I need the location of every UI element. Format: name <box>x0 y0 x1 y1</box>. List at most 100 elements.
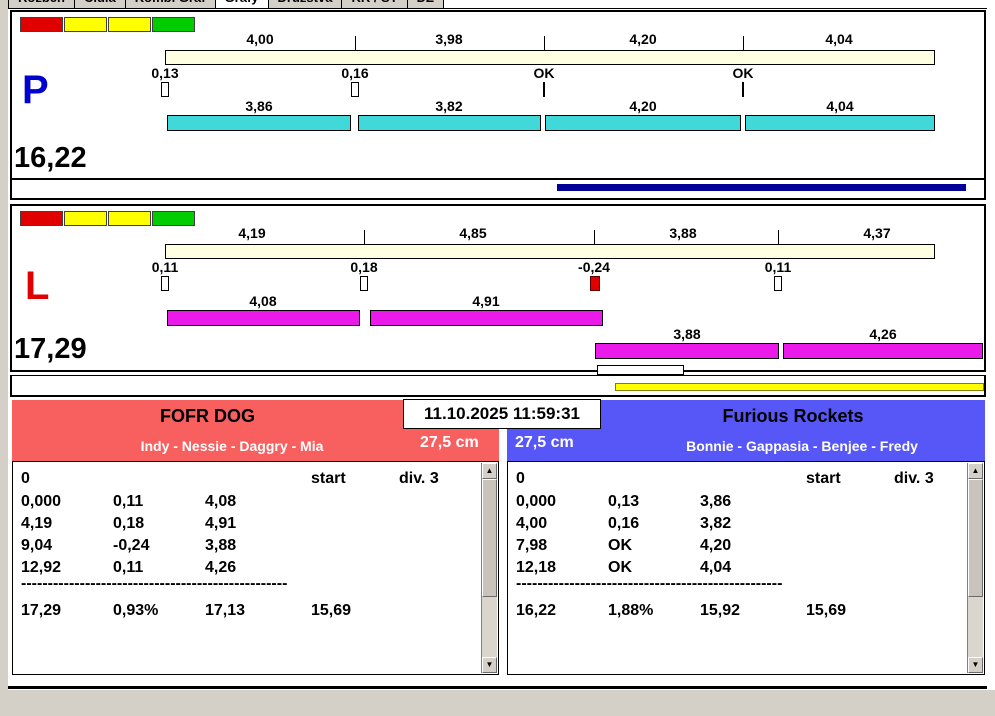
team-dogs: Indy - Nessie - Daggry - Mia <box>140 438 324 454</box>
scroll-down-icon[interactable]: ▼ <box>968 657 983 673</box>
tabbar-bottom-edge <box>8 8 987 9</box>
result-table-left: 0 start div. 3 0,000 0,11 4,08 4,19 0,18… <box>12 461 499 675</box>
total-time: 17,29 <box>21 602 62 619</box>
cumulative-time: 0,000 <box>21 493 62 510</box>
table-header-div: div. 3 <box>894 470 934 487</box>
split-time: 4,37 <box>863 225 891 241</box>
cumulative-time: 4,00 <box>516 515 548 532</box>
team-name: Furious Rockets <box>722 406 864 426</box>
dog-time: 3,86 <box>700 493 732 510</box>
cross-time: 0,18 <box>113 515 145 532</box>
total-pct: 0,93% <box>113 602 159 619</box>
status-light-red <box>20 211 63 226</box>
run-bar <box>783 343 983 359</box>
table-separator: ----------------------------------------… <box>516 575 783 592</box>
reaction-time: 0,11 <box>764 259 792 275</box>
scroll-down-icon[interactable]: ▼ <box>482 657 497 673</box>
status-light-green <box>152 211 195 226</box>
reaction-time: 0,16 <box>341 65 369 81</box>
cross-time: 0,11 <box>113 493 144 510</box>
reaction-time: 0,18 <box>350 259 378 275</box>
table-header-zero: 0 <box>516 470 525 487</box>
pending-run-bar <box>615 383 984 391</box>
split-time: 4,04 <box>825 31 853 47</box>
run-time: 3,86 <box>245 98 273 114</box>
split-time: 3,88 <box>669 225 697 241</box>
jump-height: 27,5 cm <box>420 434 479 451</box>
cumulative-time: 7,98 <box>516 537 548 554</box>
status-light-yellow <box>108 17 151 32</box>
table-header-start: start <box>311 470 346 487</box>
status-light-green <box>152 17 195 32</box>
status-light-yellow <box>64 211 107 226</box>
cumulative-time: 9,04 <box>21 537 53 554</box>
lane-label: P <box>22 68 49 112</box>
total-time: 16,22 <box>516 602 557 619</box>
split-time: 4,20 <box>629 31 657 47</box>
reaction-time: 0,11 <box>151 259 179 275</box>
scroll-thumb[interactable] <box>482 479 497 597</box>
split-time: 4,19 <box>238 225 266 241</box>
lane-progress-bar <box>557 184 966 191</box>
reaction-marker <box>161 276 169 291</box>
lane-label: L <box>25 264 50 308</box>
scroll-up-icon[interactable]: ▲ <box>482 463 497 479</box>
window-bottom-border <box>8 686 987 689</box>
scroll-up-icon[interactable]: ▲ <box>968 463 983 479</box>
scrollbar[interactable]: ▲ ▼ <box>967 463 983 673</box>
jump-height: 27,5 cm <box>515 434 574 451</box>
run-bar <box>370 310 603 326</box>
run-time: 4,26 <box>869 326 897 342</box>
scale-tick <box>743 36 744 50</box>
reaction-marker-ok <box>543 82 545 97</box>
time-scale-bar <box>165 50 935 65</box>
total-ref: 15,69 <box>311 602 352 619</box>
dog-time: 3,82 <box>700 515 732 532</box>
split-time: 4,85 <box>459 225 487 241</box>
table-header-zero: 0 <box>21 470 30 487</box>
scale-tick <box>594 230 595 244</box>
cross-time: 0,13 <box>608 493 640 510</box>
lane-total-time: 16,22 <box>14 142 87 174</box>
window-frame-bottom <box>0 690 995 716</box>
dog-time: 4,20 <box>700 537 732 554</box>
cross-time: -0,24 <box>113 537 150 554</box>
dog-time: 4,08 <box>205 493 237 510</box>
table-header-start: start <box>806 470 841 487</box>
time-scale-bar <box>165 244 935 259</box>
status-light-yellow <box>108 211 151 226</box>
run-bar <box>595 343 779 359</box>
total-pct: 1,88% <box>608 602 654 619</box>
window-frame-left <box>0 0 8 690</box>
split-time: 4,00 <box>246 31 274 47</box>
run-bar <box>745 115 935 131</box>
run-time: 3,82 <box>435 98 463 114</box>
reaction-marker <box>161 82 169 97</box>
total-ref: 15,69 <box>806 602 847 619</box>
run-bar <box>167 310 360 326</box>
table-header-div: div. 3 <box>399 470 439 487</box>
timestamp: 11.10.2025 11:59:31 <box>403 399 601 429</box>
lane-panel-l: 4,19 4,85 3,88 4,37 0,11 0,18 -0,24 0,11… <box>10 204 986 372</box>
reaction-time-fault: -0,24 <box>578 259 610 275</box>
panel-divider <box>12 178 984 180</box>
scrollbar[interactable]: ▲ ▼ <box>481 463 497 673</box>
reaction-fault-marker <box>590 276 600 291</box>
progress-marker-box <box>597 365 684 375</box>
reaction-time: 0,13 <box>151 65 179 81</box>
status-light-red <box>20 17 63 32</box>
run-time: 4,91 <box>472 293 500 309</box>
run-time: 4,08 <box>249 293 277 309</box>
run-time: 4,04 <box>826 98 854 114</box>
reaction-marker <box>351 82 359 97</box>
scale-tick <box>544 36 545 50</box>
run-bar <box>358 115 541 131</box>
lane-panel-p: 4,00 3,98 4,20 4,04 0,13 0,16 OK OK 3,86… <box>10 10 986 200</box>
reaction-time: OK <box>533 65 555 81</box>
scale-tick <box>355 36 356 50</box>
next-heat-strip <box>10 375 986 397</box>
cumulative-time: 0,000 <box>516 493 557 510</box>
reaction-marker-ok <box>742 82 744 97</box>
scroll-thumb[interactable] <box>968 479 983 597</box>
result-table-right: 0 start div. 3 0,000 0,13 3,86 4,00 0,16… <box>507 461 985 675</box>
